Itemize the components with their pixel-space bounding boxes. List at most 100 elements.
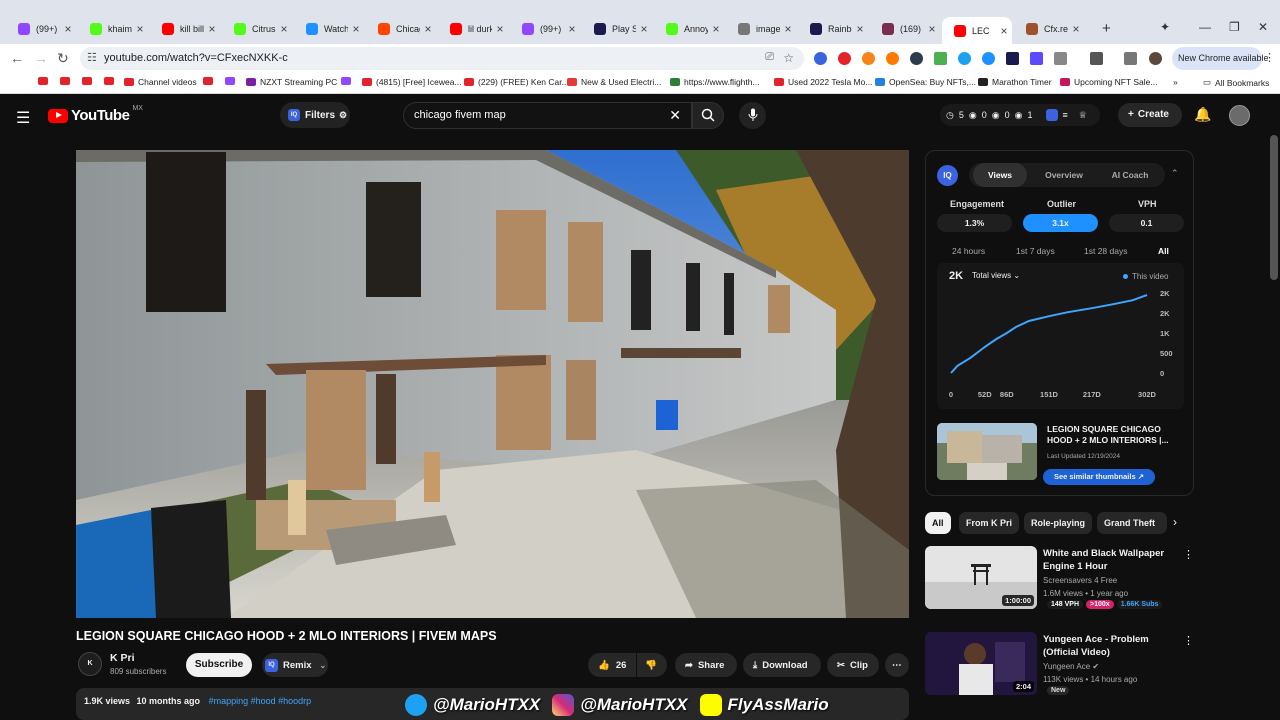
extension-icon[interactable] — [838, 52, 851, 65]
bookmark-yt-icon[interactable] — [104, 77, 118, 85]
extension-icon[interactable] — [1030, 52, 1043, 65]
chevron-up-icon[interactable]: ⌃ — [1171, 168, 1179, 179]
close-tab-icon[interactable]: × — [564, 22, 580, 36]
extension-icon[interactable] — [1006, 52, 1019, 65]
clear-search-icon[interactable]: ✕ — [669, 107, 681, 124]
chip-role-playing[interactable]: Role-playing — [1024, 512, 1093, 534]
bookmark-yt-icon[interactable] — [60, 77, 74, 85]
remix-button[interactable]: IQ Remix ⌄ — [262, 653, 328, 677]
recommended-video[interactable]: 1:00:00 White and Black Wallpaper Engine… — [925, 546, 1194, 614]
close-tab-icon[interactable]: × — [1068, 22, 1084, 36]
extension-icon[interactable] — [814, 52, 827, 65]
browser-tab[interactable]: (169) F× — [870, 18, 940, 40]
bookmark-item[interactable]: (4815) [Free] Icewea... — [362, 77, 462, 87]
search-button[interactable] — [692, 102, 724, 129]
close-tab-icon[interactable]: × — [60, 22, 76, 36]
minimize-button[interactable]: — — [1199, 20, 1211, 34]
new-tab-button[interactable]: + — [1102, 20, 1111, 37]
tab-ai-coach[interactable]: AI Coach — [1099, 163, 1161, 187]
range-24h[interactable]: 24 hours — [952, 246, 985, 256]
close-tab-icon[interactable]: × — [276, 22, 292, 36]
forward-icon[interactable]: → — [34, 50, 48, 66]
chrome-menu-icon[interactable]: ⋮ — [1264, 51, 1275, 64]
close-tab-icon[interactable]: × — [132, 22, 148, 36]
close-window-button[interactable]: ✕ — [1258, 20, 1268, 34]
close-tab-icon[interactable]: × — [348, 22, 364, 36]
range-7d[interactable]: 1st 7 days — [1016, 246, 1055, 256]
channel-name[interactable]: K Pri — [110, 652, 135, 664]
browser-tab[interactable]: image × — [726, 18, 796, 40]
more-bookmarks-icon[interactable]: » — [1173, 77, 1178, 87]
close-tab-icon[interactable]: × — [852, 22, 868, 36]
more-vertical-icon[interactable]: ⋮ — [1183, 634, 1194, 647]
chip-grand-theft[interactable]: Grand Theft — [1097, 512, 1167, 534]
browser-tab[interactable]: Cfx.re × — [1014, 18, 1084, 40]
bookmark-item[interactable]: OpenSea: Buy NFTs,... — [875, 77, 976, 87]
page-scrollbar[interactable] — [1270, 135, 1278, 280]
extension-icon[interactable] — [910, 52, 923, 65]
extension-icon[interactable] — [934, 52, 947, 65]
voice-search-button[interactable] — [739, 102, 766, 129]
bookmark-item[interactable]: Upcoming NFT Sale... — [1060, 77, 1157, 87]
bookmark-item[interactable]: Used 2022 Tesla Mo... — [774, 77, 872, 87]
side-panel-icon[interactable] — [1090, 52, 1103, 65]
bookmark-item[interactable]: NZXT Streaming PC — [246, 77, 337, 87]
extensions-puzzle-icon[interactable] — [1054, 52, 1067, 65]
browser-tab[interactable]: Citrus × — [222, 18, 292, 40]
see-similar-thumbnails-button[interactable]: See similar thumbnails ↗ — [1043, 469, 1155, 485]
like-button[interactable]: 👍 26 — [588, 653, 636, 677]
share-button[interactable]: ➦ Share — [675, 653, 737, 677]
extension-icon[interactable] — [958, 52, 971, 65]
more-vertical-icon[interactable]: ⋮ — [1183, 548, 1194, 561]
browser-tab[interactable]: Play St× — [582, 18, 652, 40]
tab-overview[interactable]: Overview — [1033, 163, 1095, 187]
browser-tab[interactable]: LEC × — [942, 17, 1012, 44]
browser-tab[interactable]: Watch × — [294, 18, 364, 40]
bookmark-item[interactable]: https://www.flighth... — [670, 77, 760, 87]
bookmark-item[interactable]: New & Used Electri... — [567, 77, 661, 87]
tab-views[interactable]: Views — [973, 163, 1027, 187]
browser-tab[interactable]: kill bill × — [150, 18, 220, 40]
close-tab-icon[interactable]: × — [924, 22, 940, 36]
cast-icon[interactable]: ⎚ — [765, 51, 774, 64]
range-28d[interactable]: 1st 28 days — [1084, 246, 1127, 256]
dislike-button[interactable]: 👎 — [637, 653, 667, 677]
video-player[interactable] — [76, 150, 909, 618]
chrome-update-button[interactable]: New Chrome available — [1172, 47, 1269, 70]
bookmark-item[interactable]: Marathon Timer — [978, 77, 1052, 87]
browser-tab[interactable]: Annoy × — [654, 18, 724, 40]
video-thumbnail[interactable] — [937, 423, 1037, 480]
range-all[interactable]: All — [1158, 246, 1169, 256]
browser-tab[interactable]: (99+) C× — [510, 18, 580, 40]
back-icon[interactable]: ← — [10, 50, 24, 66]
bookmark-yt-icon[interactable] — [82, 77, 96, 85]
gemini-icon[interactable]: ✦ — [1160, 20, 1170, 34]
youtube-logo[interactable]: YouTube MX — [48, 105, 143, 124]
reload-icon[interactable]: ↻ — [57, 50, 69, 67]
browser-tab[interactable]: Chicag× — [366, 18, 436, 40]
bookmark-item[interactable]: Channel videos — [124, 77, 197, 87]
channel-avatar[interactable]: K — [78, 652, 102, 676]
account-avatar[interactable] — [1229, 105, 1250, 126]
site-info-icon[interactable]: ☷ — [87, 51, 97, 64]
close-tab-icon[interactable]: × — [204, 22, 220, 36]
bookmark-yt-icon[interactable] — [38, 77, 52, 85]
bookmark-star-icon[interactable]: ☆ — [783, 51, 794, 65]
video-thumbnail[interactable]: 1:00:00 — [925, 546, 1037, 609]
metamask-icon[interactable] — [862, 52, 875, 65]
all-bookmarks[interactable]: ▭ All Bookmarks — [1203, 77, 1269, 88]
hashtags[interactable]: #mapping #hood #hoodrp — [209, 696, 312, 706]
notifications-bell-icon[interactable]: 🔔 — [1194, 106, 1211, 123]
close-tab-icon[interactable]: × — [996, 24, 1012, 38]
close-tab-icon[interactable]: × — [708, 22, 724, 36]
chip-from-channel[interactable]: From K Pri — [959, 512, 1020, 534]
subscribe-button[interactable]: Subscribe — [186, 653, 252, 677]
close-tab-icon[interactable]: × — [636, 22, 652, 36]
extension-icon[interactable] — [886, 52, 899, 65]
close-tab-icon[interactable]: × — [780, 22, 796, 36]
media-icon[interactable] — [1124, 52, 1137, 65]
menu-icon[interactable]: ☰ — [16, 108, 30, 128]
chevron-right-icon[interactable]: › — [1173, 515, 1177, 529]
browser-tab[interactable]: lil durk × — [438, 18, 508, 40]
clip-button[interactable]: ✂ Clip — [827, 653, 879, 677]
